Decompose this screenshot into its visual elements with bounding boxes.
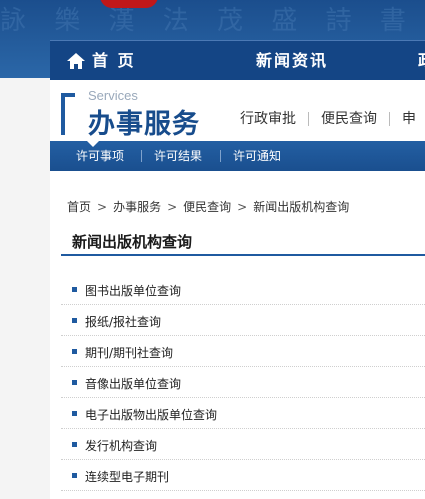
section-accent-bracket: [61, 93, 75, 135]
sub-nav: 许可事项 许可结果 许可通知: [50, 141, 425, 171]
nav-home-label: 首 页: [92, 51, 136, 70]
breadcrumb-services[interactable]: 办事服务: [113, 200, 161, 214]
home-icon: [67, 53, 85, 69]
subnav-permit-notices[interactable]: 许可通知: [233, 147, 281, 164]
list-item[interactable]: 音像出版单位查询: [61, 367, 425, 398]
list-item-label[interactable]: 发行机构查询: [85, 437, 157, 454]
breadcrumb: 首页 > 办事服务 > 便民查询 > 新闻出版机构查询: [67, 198, 349, 215]
list-item-label[interactable]: 电子出版物出版单位查询: [85, 406, 217, 423]
breadcrumb-separator: >: [237, 200, 248, 214]
top-nav: 首 页 新闻资讯 政: [50, 40, 425, 80]
list-item-label[interactable]: 音像出版单位查询: [85, 375, 181, 392]
subnav-permit-items[interactable]: 许可事项: [76, 147, 124, 164]
section-tabs: 行政审批 便民查询 申: [240, 108, 416, 128]
list-item-label[interactable]: 报纸/报社查询: [85, 313, 161, 330]
main-content: Services 办事服务 行政审批 便民查询申 许可事项 许可结果 许可通知 首…: [50, 80, 425, 499]
list-item-label[interactable]: 图书出版单位查询: [85, 282, 181, 299]
tab-divider: [308, 112, 309, 126]
calligraphy-pattern: 詠 樂 漢 法 茂 盛 詩 書 文 字: [0, 6, 425, 36]
tab-application[interactable]: 申: [402, 108, 416, 128]
bullet-icon: [72, 442, 77, 447]
left-gutter: [0, 78, 50, 499]
subnav-divider: [220, 150, 221, 162]
list-item[interactable]: 图书出版单位查询: [61, 274, 425, 305]
list-item[interactable]: 期刊/期刊社查询: [61, 336, 425, 367]
nav-news[interactable]: 新闻资讯: [256, 41, 328, 81]
breadcrumb-separator: >: [167, 200, 178, 214]
section-title: 办事服务: [88, 109, 200, 140]
list-item[interactable]: 报纸/报社查询: [61, 305, 425, 336]
bullet-icon: [72, 380, 77, 385]
list-item[interactable]: 电子出版物出版单位查询: [61, 398, 425, 429]
nav-home[interactable]: 首 页: [67, 41, 136, 81]
bullet-icon: [72, 349, 77, 354]
breadcrumb-public-query[interactable]: 便民查询: [183, 200, 231, 214]
breadcrumb-current: 新闻出版机构查询: [253, 200, 350, 214]
bullet-icon: [72, 287, 77, 292]
bullet-icon: [72, 411, 77, 416]
breadcrumb-home[interactable]: 首页: [67, 200, 91, 214]
subnav-divider: [141, 150, 142, 162]
bullet-icon: [72, 473, 77, 478]
list-item[interactable]: 连续型电子期刊: [61, 460, 425, 491]
section-title-english: Services: [88, 88, 138, 103]
tab-divider: [389, 112, 390, 126]
query-link-list: 图书出版单位查询 报纸/报社查询 期刊/期刊社查询 音像出版单位查询 电子出版物…: [61, 274, 425, 491]
emblem-logo: [100, 0, 158, 8]
list-item[interactable]: 发行机构查询: [61, 429, 425, 460]
tab-public-query[interactable]: 便民查询: [321, 108, 377, 128]
page-title: 新闻出版机构查询: [72, 233, 193, 251]
breadcrumb-separator: >: [97, 200, 108, 214]
subnav-permit-results[interactable]: 许可结果: [154, 147, 202, 164]
list-item-label[interactable]: 期刊/期刊社查询: [85, 344, 173, 361]
section-header: Services 办事服务 行政审批 便民查询 申: [50, 80, 425, 141]
bullet-icon: [72, 318, 77, 323]
title-divider: [61, 254, 425, 256]
nav-government[interactable]: 政: [418, 41, 425, 81]
tab-administrative-approval[interactable]: 行政审批: [240, 108, 296, 128]
list-item-label[interactable]: 连续型电子期刊: [85, 468, 169, 485]
